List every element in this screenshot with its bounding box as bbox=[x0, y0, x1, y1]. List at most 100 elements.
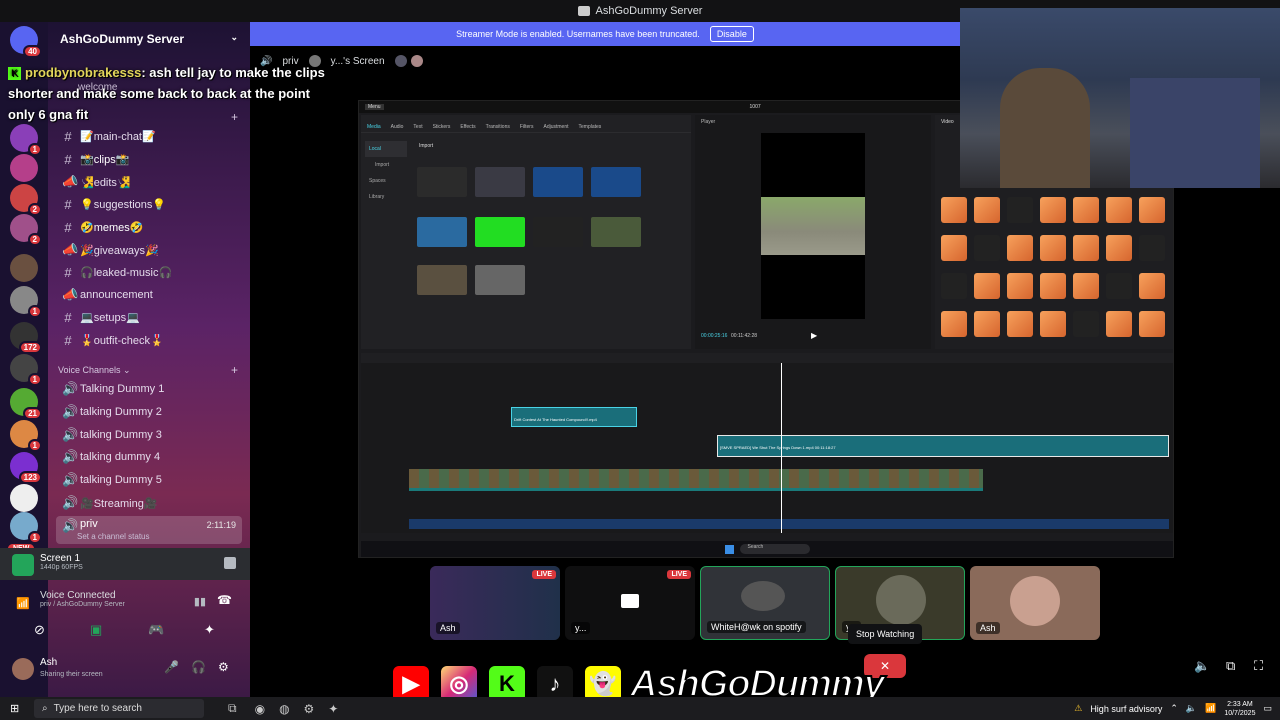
channel-announcement[interactable]: 📣 announcement bbox=[56, 284, 242, 306]
timeline-audio-track[interactable] bbox=[409, 519, 1169, 529]
playhead[interactable] bbox=[781, 363, 782, 533]
tab-stickers[interactable]: Stickers bbox=[433, 124, 451, 130]
activity-icon[interactable]: 🎮 bbox=[148, 622, 164, 638]
copilot-icon[interactable]: ✦ bbox=[328, 702, 338, 716]
media-thumbnail[interactable] bbox=[591, 217, 641, 247]
import-button[interactable]: Import bbox=[419, 143, 433, 149]
notifications-icon[interactable]: ▭ bbox=[1263, 703, 1272, 714]
voice-channel-1[interactable]: 🔊 Talking Dummy 1 bbox=[56, 378, 242, 400]
popout-icon[interactable]: ⧉ bbox=[1226, 658, 1235, 674]
soundboard-icon[interactable]: ✦ bbox=[204, 622, 215, 638]
effect-thumbnail[interactable] bbox=[974, 273, 1000, 299]
server-icon[interactable]: 172 bbox=[10, 322, 42, 354]
server-icon[interactable] bbox=[10, 254, 38, 282]
media-thumbnail[interactable] bbox=[417, 217, 467, 247]
side-library[interactable]: Library bbox=[365, 189, 407, 205]
channel-edits[interactable]: 📣 🧏‍♂️edits🧏‍♂️ bbox=[56, 171, 242, 193]
server-icon[interactable]: 1 bbox=[10, 420, 42, 452]
server-icon[interactable]: 2 bbox=[10, 184, 42, 216]
close-screen-icon[interactable] bbox=[224, 557, 236, 569]
effect-thumbnail[interactable] bbox=[1040, 197, 1066, 223]
server-name-header[interactable]: AshGoDummy Server ⌄ bbox=[48, 22, 250, 56]
effect-thumbnail[interactable] bbox=[1007, 311, 1033, 337]
channel-outfit-check[interactable]: # 🎖️outfit-check🎖️ bbox=[56, 329, 242, 351]
media-thumbnail[interactable] bbox=[475, 167, 525, 197]
server-icon[interactable]: 21 bbox=[10, 388, 42, 420]
effect-thumbnail[interactable] bbox=[1073, 235, 1099, 261]
voice-category-header[interactable]: Voice Channels ⌄ bbox=[58, 365, 131, 376]
windows-start-icon[interactable]: ⊞ bbox=[10, 702, 19, 715]
tab-filters[interactable]: Filters bbox=[520, 124, 534, 130]
weather-text[interactable]: High surf advisory bbox=[1090, 704, 1162, 714]
effect-thumbnail[interactable] bbox=[1040, 235, 1066, 261]
voice-channel-priv[interactable]: 🔊 priv 2:11:19 Set a channel status bbox=[56, 516, 242, 544]
add-voice-channel-icon[interactable]: + bbox=[231, 363, 238, 377]
effect-thumbnail[interactable] bbox=[1040, 311, 1066, 337]
effect-thumbnail[interactable] bbox=[974, 235, 1000, 261]
effect-thumbnail[interactable] bbox=[1139, 197, 1165, 223]
effect-thumbnail[interactable] bbox=[1007, 235, 1033, 261]
effect-thumbnail[interactable] bbox=[1106, 311, 1132, 337]
media-thumbnail[interactable] bbox=[417, 167, 467, 197]
server-icon[interactable]: 2 bbox=[10, 214, 42, 246]
tab-transitions[interactable]: Transitions bbox=[486, 124, 510, 130]
server-icon[interactable]: 1 bbox=[10, 124, 42, 156]
timeline-clip[interactable]: [SMVE SPRAED] We Shut The Springs Down 1… bbox=[717, 435, 1169, 457]
voice-channel-streaming[interactable]: 🔊 🎥Streaming🎥 bbox=[56, 492, 242, 514]
effect-thumbnail[interactable] bbox=[1007, 273, 1033, 299]
voice-channel-5[interactable]: 🔊 talking Dummy 5 bbox=[56, 469, 242, 491]
task-view-icon[interactable]: ⧉ bbox=[228, 701, 237, 716]
player-canvas[interactable] bbox=[761, 133, 865, 319]
channel-giveaways[interactable]: 📣 🎉giveaways🎉 bbox=[56, 239, 242, 261]
volume-tray-icon[interactable]: 🔈 bbox=[1186, 703, 1197, 714]
effect-thumbnail[interactable] bbox=[941, 311, 967, 337]
media-thumbnail[interactable] bbox=[533, 167, 583, 197]
effect-thumbnail[interactable] bbox=[1106, 197, 1132, 223]
tab-templates[interactable]: Templates bbox=[579, 124, 602, 130]
voice-channel-3[interactable]: 🔊 talking Dummy 3 bbox=[56, 424, 242, 446]
voice-channel-2[interactable]: 🔊 talking Dummy 2 bbox=[56, 401, 242, 423]
voice-channel-4[interactable]: 🔊 talking dummy 4 bbox=[56, 446, 242, 468]
server-icon[interactable] bbox=[10, 484, 38, 512]
channel-memes[interactable]: # 🤣memes🤣 bbox=[56, 216, 242, 238]
effect-thumbnail[interactable] bbox=[941, 235, 967, 261]
clock[interactable]: 2:33 AM 10/7/2025 bbox=[1224, 700, 1255, 718]
steam-icon[interactable]: ◍ bbox=[279, 702, 289, 716]
channel-status-hint[interactable]: Set a channel status bbox=[77, 532, 150, 541]
channel-leaked-music[interactable]: # 🎧leaked-music🎧 bbox=[56, 261, 242, 283]
participant-tile[interactable]: WhiteH@wk on spotify bbox=[700, 566, 830, 640]
channel-main-chat[interactable]: # 📝main-chat📝 bbox=[56, 125, 242, 147]
timeline-main-track[interactable] bbox=[409, 469, 983, 491]
effect-thumbnail[interactable] bbox=[1073, 197, 1099, 223]
channel-setups[interactable]: # 💻setups💻 bbox=[56, 306, 242, 328]
volume-icon[interactable]: 🔈 bbox=[1194, 658, 1210, 674]
timeline-clip[interactable]: Drift Contest At The Haunted Compound!!.… bbox=[511, 407, 637, 427]
effect-thumbnail[interactable] bbox=[1139, 235, 1165, 261]
tab-audio[interactable]: Audio bbox=[391, 124, 404, 130]
effect-thumbnail[interactable] bbox=[1139, 273, 1165, 299]
server-icon[interactable]: 1 bbox=[10, 286, 42, 318]
tray-chevron-icon[interactable]: ⌃ bbox=[1170, 703, 1178, 714]
play-icon[interactable]: ▶ bbox=[811, 331, 817, 340]
tab-effects[interactable]: Effects bbox=[460, 124, 475, 130]
participant-tile[interactable]: LIVE y... bbox=[565, 566, 695, 640]
media-thumbnail[interactable] bbox=[591, 167, 641, 197]
settings-icon[interactable]: ⚙ bbox=[304, 702, 315, 716]
fullscreen-icon[interactable]: ⛶ bbox=[1254, 658, 1263, 674]
tab-text[interactable]: Text bbox=[413, 124, 422, 130]
microphone-icon[interactable]: 🎤 bbox=[164, 660, 179, 674]
participant-tile[interactable]: Ash bbox=[970, 566, 1100, 640]
disable-button[interactable]: Disable bbox=[709, 26, 754, 42]
server-icon[interactable]: 1 bbox=[10, 512, 42, 544]
server-icon[interactable] bbox=[10, 154, 38, 182]
media-thumbnail[interactable] bbox=[533, 217, 583, 247]
stream-icon[interactable]: ▣ bbox=[90, 622, 102, 638]
effect-thumbnail[interactable] bbox=[974, 311, 1000, 337]
voice-location[interactable]: priv / AshGoDummy Server bbox=[40, 601, 238, 608]
media-thumbnail[interactable] bbox=[417, 265, 467, 295]
effect-thumbnail[interactable] bbox=[1073, 311, 1099, 337]
gear-icon[interactable]: ⚙ bbox=[218, 660, 229, 674]
side-import[interactable]: Import bbox=[365, 157, 407, 173]
menu-button[interactable]: Menu bbox=[365, 104, 384, 110]
media-thumbnail[interactable] bbox=[475, 217, 525, 247]
